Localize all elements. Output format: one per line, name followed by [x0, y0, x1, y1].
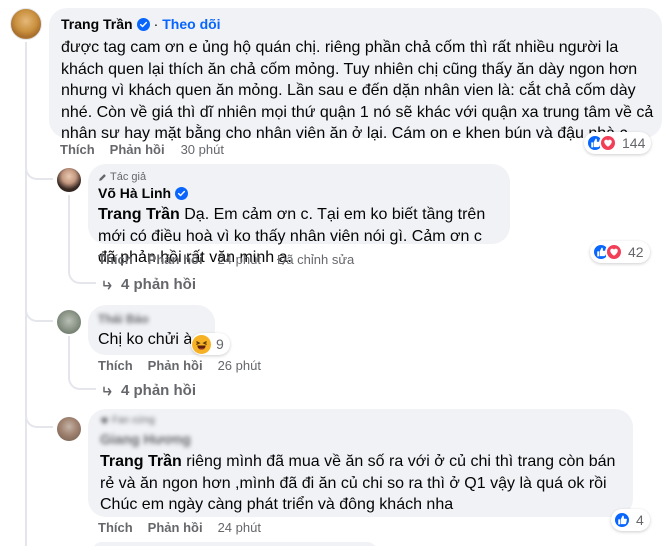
like-reaction-icon	[613, 511, 631, 529]
reply-button[interactable]: Phản hồi	[148, 520, 203, 535]
reply-button[interactable]: Phản hồi	[110, 142, 165, 157]
thread-connector	[25, 290, 53, 322]
fan-badge-icon	[100, 416, 109, 425]
like-button[interactable]: Thích	[98, 520, 133, 535]
timestamp[interactable]: 24 phút	[218, 252, 261, 267]
reaction-summary[interactable]: 42	[590, 241, 650, 263]
reaction-summary[interactable]: 4	[611, 509, 650, 531]
reply-bubble: Tác giả Võ Hà Linh Trang Trần Dạ. Em cảm…	[88, 164, 510, 266]
like-button[interactable]: Thích	[98, 358, 133, 373]
comment-author[interactable]: Trang Trần	[61, 16, 133, 32]
reply-text: Trang Trần riêng mình đã mua về ăn số ra…	[100, 451, 628, 516]
reply-actions: Thích Phản hồi 26 phút	[98, 358, 261, 373]
mention-link[interactable]: Trang Trần	[100, 453, 182, 470]
reply-button[interactable]: Phản hồi	[148, 358, 203, 373]
edited-label[interactable]: Đã chỉnh sửa	[277, 252, 354, 267]
reaction-count: 9	[216, 336, 224, 352]
reaction-count: 42	[628, 244, 644, 260]
separator-dot: ·	[153, 16, 159, 32]
reaction-count: 4	[636, 512, 644, 528]
comment-text: được tag cam ơn e ủng hộ quán chị. riêng…	[61, 39, 654, 142]
avatar-thai-bao[interactable]	[57, 310, 81, 334]
reply-author[interactable]: Võ Hà Linh	[98, 185, 171, 201]
next-reply-bubble	[92, 542, 377, 546]
reaction-count: 144	[622, 135, 646, 151]
comment-actions: Thích Phản hồi 30 phút	[60, 142, 224, 157]
mention-link[interactable]: Trang Trần	[98, 206, 180, 223]
haha-reaction-icon	[192, 334, 211, 354]
follow-link[interactable]: Theo dõi	[162, 16, 220, 32]
reply-button[interactable]: Phản hồi	[148, 252, 203, 267]
reply-author[interactable]: Giang Hương	[100, 431, 191, 447]
love-reaction-icon	[599, 134, 617, 152]
timestamp[interactable]: 30 phút	[181, 142, 224, 157]
reply-arrow-icon	[101, 279, 113, 291]
reply-author[interactable]: Thái Bảo	[98, 312, 149, 326]
fan-badge: Fan cứng	[100, 415, 155, 426]
reaction-summary[interactable]: 144	[584, 132, 652, 154]
reaction-summary[interactable]: 9	[191, 333, 230, 355]
author-badge: Tác giả	[110, 171, 147, 183]
thread-connector	[68, 268, 96, 284]
thread-line	[68, 336, 70, 376]
view-more-replies[interactable]: 4 phản hồi	[101, 382, 196, 399]
reply-bubble: Fan cứng Giang Hương Trang Trần riêng mì…	[88, 409, 633, 517]
reply-arrow-icon	[101, 385, 113, 397]
timestamp[interactable]: 24 phút	[218, 520, 261, 535]
like-button[interactable]: Thích	[98, 252, 133, 267]
verified-badge-icon	[136, 17, 150, 31]
more-replies-label: 4 phản hồi	[121, 382, 196, 399]
reply-text: Chị ko chửi à	[98, 331, 193, 348]
avatar-vo-ha-linh[interactable]	[57, 168, 81, 192]
thread-connector	[25, 150, 53, 180]
avatar-trang-tran[interactable]	[10, 8, 42, 40]
verified-badge-icon	[175, 186, 189, 200]
thread-line	[68, 195, 70, 270]
pencil-icon	[98, 173, 107, 182]
like-button[interactable]: Thích	[60, 142, 95, 157]
love-reaction-icon	[605, 243, 623, 261]
thread-connector	[68, 374, 96, 390]
timestamp[interactable]: 26 phút	[218, 358, 261, 373]
more-replies-label: 4 phản hồi	[121, 276, 196, 293]
reply-actions: Thích Phản hồi 24 phút Đã chỉnh sửa	[98, 252, 354, 267]
fan-badge-label: Fan cứng	[112, 415, 155, 426]
avatar-giang-huong[interactable]	[57, 417, 81, 441]
view-more-replies[interactable]: 4 phản hồi	[101, 276, 196, 293]
thread-connector	[25, 396, 53, 428]
comment-bubble: Trang Trần · Theo dõi được tag cam ơn e …	[49, 8, 662, 142]
reply-actions: Thích Phản hồi 24 phút	[98, 520, 261, 535]
